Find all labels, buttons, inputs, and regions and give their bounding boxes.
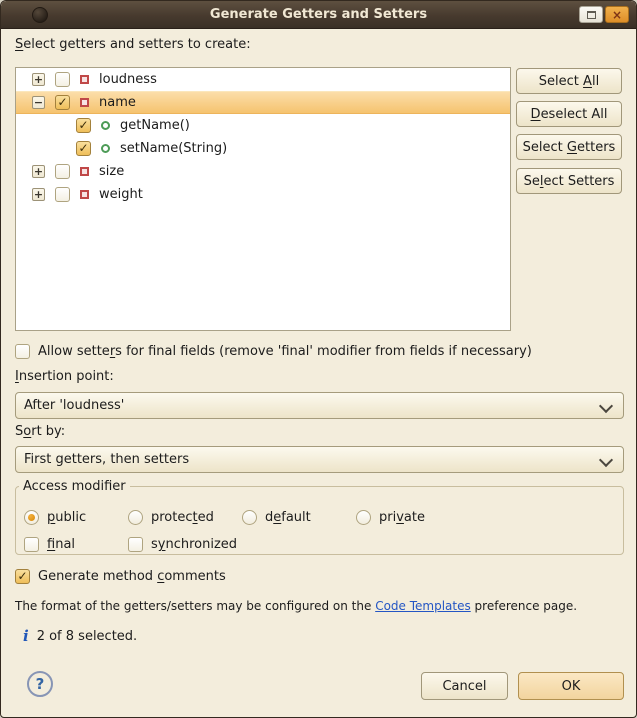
select-getters-setters-label: Select getters and setters to create: [15, 37, 251, 52]
method-icon [101, 144, 110, 153]
sort-by-value: First getters, then setters [24, 452, 189, 467]
expand-icon[interactable]: + [32, 73, 45, 86]
tree-row-setname[interactable]: setName(String) [16, 137, 510, 160]
access-modifier-legend: Access modifier [19, 479, 130, 494]
help-icon: ? [36, 675, 45, 693]
tree-row-size[interactable]: + size [16, 160, 510, 183]
tree-row-loudness[interactable]: + loudness [16, 68, 510, 91]
public-label: public [47, 510, 86, 525]
select-getters-button[interactable]: Select Getters [516, 134, 622, 160]
tree-item-label: size [99, 164, 124, 179]
sort-by-label: Sort by: [15, 424, 65, 439]
format-note-suffix: preference page. [471, 599, 577, 613]
close-icon: × [612, 9, 622, 21]
tree-row-weight[interactable]: + weight [16, 183, 510, 206]
ok-label: OK [562, 679, 581, 694]
checkbox-name[interactable] [55, 95, 70, 110]
field-icon [80, 98, 89, 107]
sort-by-combo[interactable]: First getters, then setters [15, 446, 624, 473]
checkbox-setname[interactable] [76, 141, 91, 156]
private-radio[interactable] [356, 510, 371, 525]
radio-option-protected[interactable]: protected [128, 510, 214, 525]
status-text: 2 of 8 selected. [37, 629, 137, 644]
tree-item-label: loudness [99, 72, 157, 87]
generate-comments-checkbox[interactable] [15, 569, 30, 584]
chevron-down-icon [599, 453, 613, 467]
synchronized-checkbox[interactable] [128, 537, 143, 552]
tree-item-label: weight [99, 187, 143, 202]
checkbox-option-final[interactable]: final [24, 537, 75, 552]
field-icon [80, 190, 89, 199]
help-button[interactable]: ? [27, 671, 53, 697]
close-button[interactable]: × [605, 6, 629, 23]
getters-setters-tree: + loudness − name getName() setName(Stri… [15, 67, 511, 331]
insertion-point-label: Insertion point: [15, 369, 114, 384]
format-note-prefix: The format of the getters/setters may be… [15, 599, 375, 613]
select-all-label: Select All [539, 74, 599, 89]
field-icon [80, 75, 89, 84]
protected-radio[interactable] [128, 510, 143, 525]
insertion-point-value: After 'loudness' [24, 398, 124, 413]
format-note: The format of the getters/setters may be… [15, 599, 577, 613]
collapse-icon[interactable]: − [32, 96, 45, 109]
default-label: default [265, 510, 311, 525]
tree-item-label: name [99, 95, 136, 110]
checkbox-getname[interactable] [76, 118, 91, 133]
tree-row-getname[interactable]: getName() [16, 114, 510, 137]
default-radio[interactable] [242, 510, 257, 525]
dialog-content: Select getters and setters to create: + … [1, 29, 636, 717]
titlebar: Generate Getters and Setters × [1, 1, 636, 29]
allow-setters-option[interactable]: Allow setters for final fields (remove '… [15, 344, 532, 359]
maximize-button[interactable] [579, 6, 603, 23]
radio-option-public[interactable]: public [24, 510, 86, 525]
window-title: Generate Getters and Setters [1, 1, 636, 28]
method-icon [101, 121, 110, 130]
ok-button[interactable]: OK [518, 672, 624, 700]
checkbox-option-synchronized[interactable]: synchronized [128, 537, 237, 552]
tree-row-name[interactable]: − name [16, 91, 510, 114]
checkbox-size[interactable] [55, 164, 70, 179]
deselect-all-button[interactable]: Deselect All [516, 101, 622, 127]
select-getters-label: Select Getters [523, 140, 616, 155]
radio-option-default[interactable]: default [242, 510, 311, 525]
select-setters-label: Select Setters [524, 174, 615, 189]
field-icon [80, 167, 89, 176]
generate-comments-label: Generate method comments [38, 569, 226, 584]
status-row: i 2 of 8 selected. [23, 629, 137, 644]
expand-icon[interactable]: + [32, 165, 45, 178]
expand-icon[interactable]: + [32, 188, 45, 201]
deselect-all-label: Deselect All [531, 107, 608, 122]
radio-option-private[interactable]: private [356, 510, 425, 525]
final-checkbox[interactable] [24, 537, 39, 552]
maximize-icon [587, 11, 596, 19]
allow-setters-checkbox[interactable] [15, 344, 30, 359]
cancel-label: Cancel [442, 679, 486, 694]
window-buttons: × [579, 6, 629, 23]
synchronized-label: synchronized [151, 537, 237, 552]
cancel-button[interactable]: Cancel [421, 672, 508, 700]
select-all-button[interactable]: Select All [516, 68, 622, 94]
access-modifier-group: Access modifier public protected default… [15, 479, 624, 555]
protected-label: protected [151, 510, 214, 525]
info-icon: i [23, 629, 29, 644]
window-menu-icon[interactable] [32, 7, 48, 23]
allow-setters-label: Allow setters for final fields (remove '… [38, 344, 532, 359]
checkbox-weight[interactable] [55, 187, 70, 202]
code-templates-link[interactable]: Code Templates [375, 599, 471, 613]
generate-getters-setters-dialog: Generate Getters and Setters × Select ge… [0, 0, 637, 718]
tree-item-label: getName() [120, 118, 190, 133]
final-label: final [47, 537, 75, 552]
select-setters-button[interactable]: Select Setters [516, 168, 622, 194]
public-radio[interactable] [24, 510, 39, 525]
tree-item-label: setName(String) [120, 141, 227, 156]
chevron-down-icon [599, 399, 613, 413]
checkbox-loudness[interactable] [55, 72, 70, 87]
generate-comments-option[interactable]: Generate method comments [15, 569, 226, 584]
insertion-point-combo[interactable]: After 'loudness' [15, 392, 624, 419]
private-label: private [379, 510, 425, 525]
